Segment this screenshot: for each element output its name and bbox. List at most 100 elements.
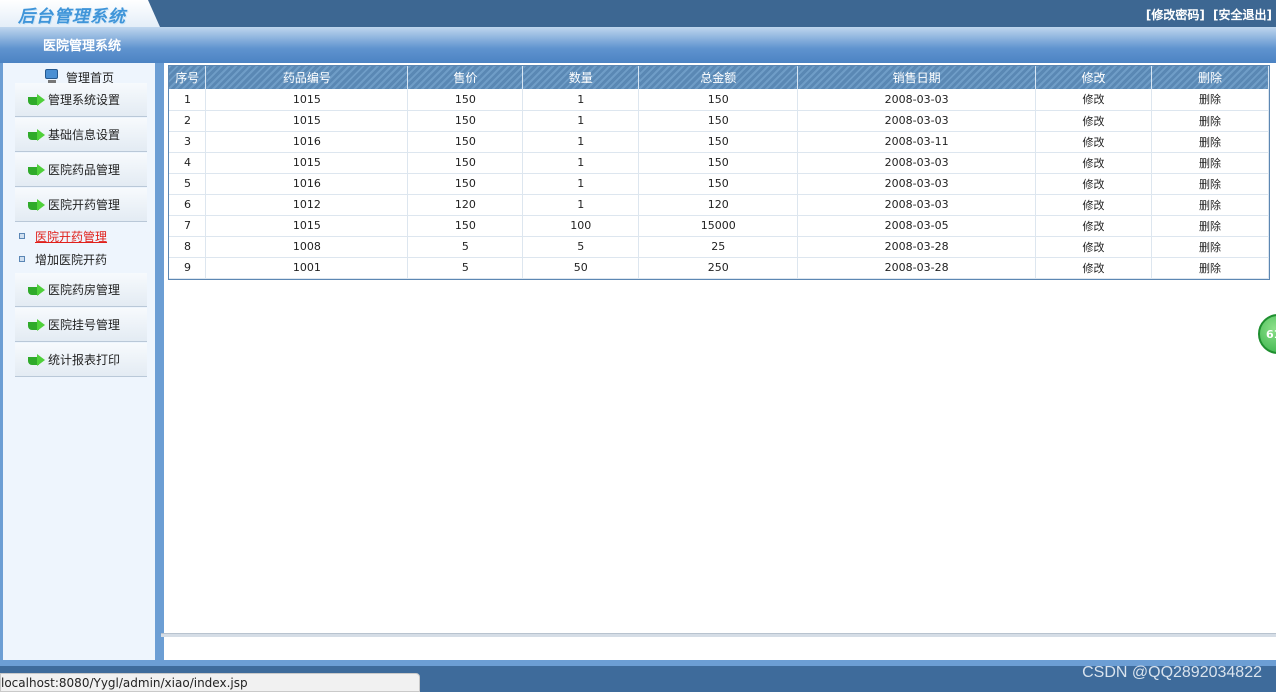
arrow-right-icon [28, 353, 46, 367]
table-row: 1 1015 150 1 150 2008-03-03 修改 删除 [169, 89, 1270, 111]
cell-price: 5 [407, 257, 524, 279]
delete-link[interactable]: 删除 [1151, 89, 1270, 111]
menu-system-settings[interactable]: 管理系统设置 [15, 83, 147, 117]
col-header-delete: 删除 [1151, 66, 1270, 89]
delete-link[interactable]: 删除 [1151, 152, 1270, 174]
edit-link[interactable]: 修改 [1035, 173, 1152, 195]
arrow-right-icon [28, 283, 46, 297]
logout-link[interactable]: [安全退出] [1213, 8, 1272, 22]
cell-price: 150 [407, 215, 524, 237]
cell-index: 5 [169, 173, 207, 195]
delete-link[interactable]: 删除 [1151, 110, 1270, 132]
arrow-right-icon [28, 318, 46, 332]
delete-link[interactable]: 删除 [1151, 215, 1270, 237]
cell-drug-code: 1008 [205, 236, 409, 258]
cell-total: 150 [638, 110, 799, 132]
menu-label: 医院挂号管理 [48, 318, 121, 332]
table-row: 2 1015 150 1 150 2008-03-03 修改 删除 [169, 110, 1270, 132]
arrow-right-icon [28, 93, 46, 107]
cell-quantity: 1 [522, 173, 640, 195]
sub-item-label: 增加医院开药 [35, 252, 108, 267]
cell-drug-code: 1015 [205, 215, 409, 237]
menu-basic-info-settings[interactable]: 基础信息设置 [15, 118, 147, 152]
menu-drug-management[interactable]: 医院药品管理 [15, 153, 147, 187]
delete-link[interactable]: 删除 [1151, 257, 1270, 279]
cell-drug-code: 1015 [205, 152, 409, 174]
divider [161, 63, 164, 660]
col-header-drug-code: 药品编号 [205, 66, 409, 89]
system-title: 医院管理系统 [43, 39, 122, 54]
cell-total: 150 [638, 152, 799, 174]
edit-link[interactable]: 修改 [1035, 110, 1152, 132]
cell-quantity: 100 [522, 215, 640, 237]
delete-link[interactable]: 删除 [1151, 236, 1270, 258]
delete-link[interactable]: 删除 [1151, 131, 1270, 153]
menu-registration-management[interactable]: 医院挂号管理 [15, 308, 147, 342]
col-header-total: 总金额 [638, 66, 799, 89]
cell-price: 120 [407, 194, 524, 216]
cell-index: 1 [169, 89, 207, 111]
cell-index: 3 [169, 131, 207, 153]
cell-sale-date: 2008-03-03 [797, 152, 1037, 174]
cell-index: 4 [169, 152, 207, 174]
browser-status-url: localhost:8080/Yygl/admin/xiao/index.jsp [0, 673, 420, 692]
system-banner: 医院管理系统 [0, 27, 1276, 63]
delete-link[interactable]: 删除 [1151, 194, 1270, 216]
top-header-bar: 后台管理系统 [修改密码] [安全退出] [0, 0, 1276, 27]
menu-label: 医院开药管理 [48, 198, 121, 212]
cell-price: 150 [407, 89, 524, 111]
edit-link[interactable]: 修改 [1035, 194, 1152, 216]
edit-link[interactable]: 修改 [1035, 215, 1152, 237]
cell-price: 150 [407, 173, 524, 195]
col-header-edit: 修改 [1035, 66, 1152, 89]
cell-total: 150 [638, 131, 799, 153]
cell-drug-code: 1015 [205, 110, 409, 132]
edit-link[interactable]: 修改 [1035, 257, 1152, 279]
sub-item-prescription-management[interactable]: 医院开药管理 [19, 228, 107, 244]
edit-link[interactable]: 修改 [1035, 89, 1152, 111]
cell-price: 150 [407, 110, 524, 132]
sub-item-add-prescription[interactable]: 增加医院开药 [19, 251, 107, 267]
menu-report-print[interactable]: 统计报表打印 [15, 343, 147, 377]
edit-link[interactable]: 修改 [1035, 236, 1152, 258]
cell-sale-date: 2008-03-05 [797, 215, 1037, 237]
menu-prescription-management[interactable]: 医院开药管理 [15, 188, 147, 222]
col-header-price: 售价 [407, 66, 524, 89]
delete-link[interactable]: 删除 [1151, 173, 1270, 195]
cell-sale-date: 2008-03-11 [797, 131, 1037, 153]
watermark: CSDN @QQ2892034822 [1082, 664, 1262, 681]
arrow-right-icon [28, 198, 46, 212]
edit-link[interactable]: 修改 [1035, 152, 1152, 174]
cell-price: 150 [407, 131, 524, 153]
cell-drug-code: 1012 [205, 194, 409, 216]
arrow-right-icon [28, 163, 46, 177]
bullet-icon [19, 233, 25, 239]
change-password-link[interactable]: [修改密码] [1146, 8, 1205, 22]
table-row: 3 1016 150 1 150 2008-03-11 修改 删除 [169, 131, 1270, 153]
cell-total: 150 [638, 173, 799, 195]
menu-label: 医院药品管理 [48, 163, 121, 177]
cell-index: 2 [169, 110, 207, 132]
content-bottom-divider [161, 633, 1276, 637]
cell-sale-date: 2008-03-03 [797, 173, 1037, 195]
menu-label: 管理系统设置 [48, 93, 121, 107]
cell-total: 25 [638, 236, 799, 258]
cell-drug-code: 1001 [205, 257, 409, 279]
table-row: 8 1008 5 5 25 2008-03-28 修改 删除 [169, 236, 1270, 258]
table-row: 4 1015 150 1 150 2008-03-03 修改 删除 [169, 152, 1270, 174]
menu-pharmacy-management[interactable]: 医院药房管理 [15, 273, 147, 307]
cell-index: 6 [169, 194, 207, 216]
menu-label: 统计报表打印 [48, 353, 121, 367]
cell-sale-date: 2008-03-28 [797, 236, 1037, 258]
cell-index: 8 [169, 236, 207, 258]
cell-sale-date: 2008-03-28 [797, 257, 1037, 279]
cell-quantity: 1 [522, 89, 640, 111]
cell-index: 7 [169, 215, 207, 237]
cell-total: 120 [638, 194, 799, 216]
edit-link[interactable]: 修改 [1035, 131, 1152, 153]
table-row: 9 1001 5 50 250 2008-03-28 修改 删除 [169, 257, 1270, 279]
top-links: [修改密码] [安全退出] [1142, 6, 1272, 23]
table-row: 6 1012 120 1 120 2008-03-03 修改 删除 [169, 194, 1270, 216]
col-header-sale-date: 销售日期 [797, 66, 1037, 89]
cell-quantity: 1 [522, 131, 640, 153]
